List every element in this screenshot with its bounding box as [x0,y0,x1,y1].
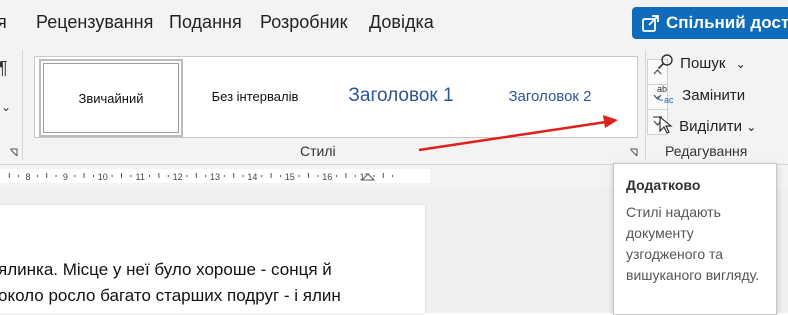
ruler-tick [279,175,281,177]
ruler-number: 15 [285,172,295,182]
ruler-tick [158,173,160,178]
tab-developer[interactable]: Розробник [260,12,347,33]
ruler-number: 12 [173,172,183,182]
group-divider [22,50,23,160]
tab-help[interactable]: Довідка [369,12,434,33]
replace-button[interactable]: ab ac Замінити [656,83,745,105]
share-button[interactable]: Спільний досту [632,7,788,39]
chevron-down-icon: ⌄ [735,57,746,71]
ruler-number: 11 [136,172,145,182]
styles-dialog-launcher-icon[interactable] [629,148,638,157]
styles-gallery: Звичайний Без інтервалів Заголовок 1 Заг… [34,56,668,138]
ruler-tick [149,175,150,177]
ruler-tick [111,175,113,177]
ruler-tick [55,175,57,177]
ruler-tick [392,175,394,177]
ruler-tick [354,175,356,177]
ruler-tick [373,175,375,177]
ruler-tick [261,175,263,177]
document-line: около росло багато старших подруг - і ял… [0,286,341,305]
select-label: Виділити [679,118,743,135]
tab-review[interactable]: Рецензування [36,12,153,33]
editing-group-label: Редагування [665,143,748,159]
ruler-tick [382,173,384,178]
style-no-spacing[interactable]: Без інтервалів [195,59,315,133]
ruler-tick [205,175,207,177]
tooltip-description: Стилі надають документу узгодженого та в… [626,204,760,283]
tooltip-title: Додатково [626,177,701,193]
share-icon [642,15,659,32]
ruler-tick [93,175,94,177]
share-button-label: Спільний досту [666,13,788,32]
search-icon [657,54,673,70]
paragraph-dialog-launcher-icon[interactable] [9,148,18,157]
svg-text:ab: ab [657,84,667,94]
svg-text:ac: ac [664,95,674,105]
ruler-tick [270,173,272,178]
ruler-tick [36,175,38,177]
ruler-number: 10 [98,172,108,182]
styles-group-label: Стилі [300,143,336,159]
ruler-number: 14 [247,172,257,182]
style-normal[interactable]: Звичайний [39,59,183,137]
cursor-arrow-icon [659,115,673,134]
tab-partial[interactable]: я [0,12,7,33]
ruler-tick [298,175,300,177]
group-divider [645,50,646,160]
chevron-down-icon: ⌄ [746,120,757,134]
ruler-tick [83,173,85,178]
ruler-tick [167,175,169,177]
find-label: Пошук [680,55,726,72]
document-line: ялинка. Місце у неї було хороше - сонця … [0,260,332,279]
ruler-tick [74,175,76,177]
paragraph-mark-icon[interactable]: ¶ [0,58,8,79]
replace-icon: ab ac [657,84,674,105]
ruler-tick [18,175,20,177]
ruler-number: 8 [25,172,30,182]
ruler-tick [186,175,188,177]
ruler-tick [121,173,122,178]
chevron-down-icon[interactable]: ⌄ [1,100,11,114]
document-page[interactable]: ялинка. Місце у неї було хороше - сонця … [0,205,425,313]
ruler-tick [233,173,235,178]
ruler-tick [130,175,132,177]
ruler-tick [46,173,48,178]
tooltip: Додатково Стилі надають документу узгодж… [613,163,777,315]
ruler-number: 9 [63,172,68,182]
ribbon-tab-bar: я Рецензування Подання Розробник Довідка… [0,0,788,44]
ruler-tick [336,175,338,177]
select-button[interactable]: Виділити ⌄ [657,115,756,135]
style-heading-1[interactable]: Заголовок 1 [331,59,471,133]
tab-view[interactable]: Подання [169,12,242,33]
ruler-tick [8,173,10,178]
ruler-tick [223,175,225,177]
ruler-tick [317,175,319,177]
ruler-tick [308,173,309,178]
find-button[interactable]: Пошук ⌄ [656,52,746,72]
ruler-tick [242,175,244,177]
ruler-tick [195,173,197,178]
ruler-number: 13 [210,172,220,182]
ruler-tick [345,173,347,178]
style-heading-2[interactable]: Заголовок 2 [485,59,615,133]
replace-label: Замінити [682,87,746,104]
ruler-number: 16 [322,172,332,182]
